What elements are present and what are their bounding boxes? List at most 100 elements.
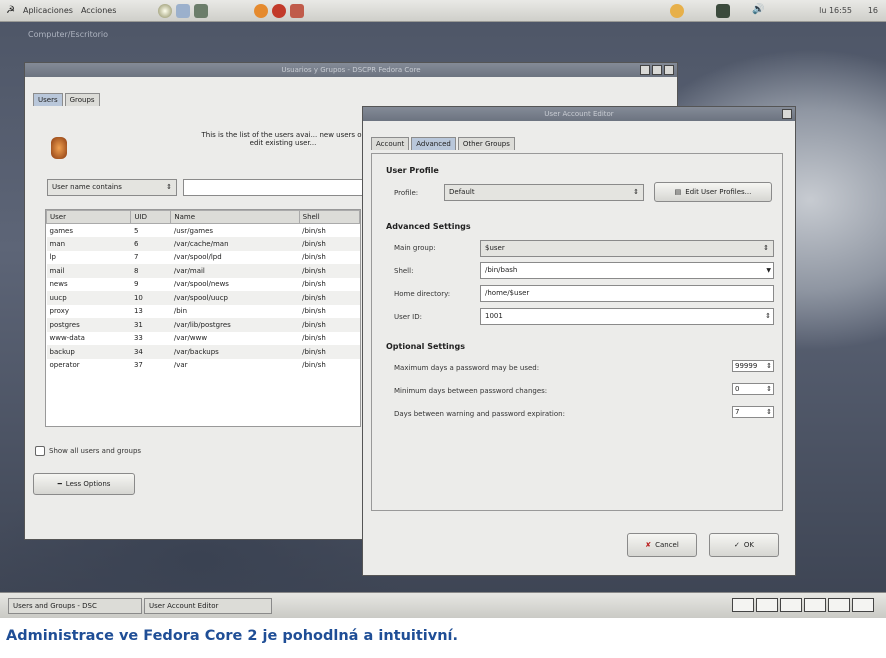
workspace-2[interactable] <box>756 598 778 612</box>
foot-icon[interactable]: ☭ <box>6 5 15 16</box>
mail-launcher-icon[interactable] <box>176 3 191 18</box>
search-type-value: User name contains <box>52 183 122 191</box>
workspace-1[interactable] <box>732 598 754 612</box>
warn-days-spinner[interactable]: 7 ⇕ <box>732 406 774 418</box>
table-row[interactable]: games 5/usr/games/bin/sh <box>47 224 360 238</box>
table-cell: /usr/games <box>173 226 214 235</box>
tab-other-groups[interactable]: Other Groups <box>457 137 515 150</box>
table-cell: /bin/sh <box>302 334 326 343</box>
taskbar-item-account-editor[interactable]: User Account Editor <box>144 598 272 614</box>
main-group-select[interactable]: $user ⇕ <box>480 240 774 257</box>
table-row[interactable]: backup 34/var/backups/bin/sh <box>46 345 360 359</box>
profile-select[interactable]: Default ⇕ <box>444 184 644 201</box>
tab-account[interactable]: Account <box>371 137 410 150</box>
taskbar-item-users-groups[interactable]: Users and Groups - DSC <box>8 598 142 614</box>
table-row[interactable]: mail 8/var/mail/bin/sh <box>46 264 360 278</box>
clock[interactable]: lu 16:55 <box>819 6 852 15</box>
edit-icon: ▤ <box>674 188 682 196</box>
spin-arrows-icon[interactable]: ⇕ <box>766 408 772 416</box>
less-options-label: Less Options <box>65 480 111 488</box>
search-type-select[interactable]: User name contains ⇕ <box>47 179 177 196</box>
table-row[interactable]: postgres 31/var/lib/postgres/bin/sh <box>46 318 360 332</box>
table-cell: news <box>49 280 68 289</box>
actions-menu[interactable]: Acciones <box>81 6 116 15</box>
workspace-5[interactable] <box>828 598 850 612</box>
volume-tray-icon[interactable]: 🔊 <box>752 4 764 15</box>
spin-arrows-icon[interactable]: ⇕ <box>766 385 772 393</box>
show-all-label[interactable]: Show all users and groups <box>49 447 141 455</box>
terminal-launcher-icon[interactable] <box>194 3 209 18</box>
window-title: Usuarios y Grupos - DSCPR Fedora Core <box>281 66 421 74</box>
tray-number: 16 <box>867 6 878 15</box>
table-cell: 9 <box>133 280 139 289</box>
user-id-value: 1001 <box>485 312 503 320</box>
column-header[interactable]: UID <box>130 210 172 224</box>
column-header[interactable]: Shell <box>298 210 360 224</box>
editor-close-icon[interactable] <box>782 109 792 119</box>
minimize-icon[interactable] <box>640 65 650 75</box>
max-days-value: 99999 <box>735 362 758 370</box>
workspace-4[interactable] <box>804 598 826 612</box>
spin-arrows-icon[interactable]: ⇕ <box>766 362 772 370</box>
table-row[interactable]: operator 37/var/bin/sh <box>47 359 360 373</box>
table-row[interactable]: man 6/var/cache/man/bin/sh <box>46 237 360 251</box>
show-all-checkbox[interactable] <box>35 446 45 456</box>
ok-button[interactable]: ✓ OK <box>709 533 779 557</box>
gaim-launcher-icon[interactable] <box>254 3 269 18</box>
home-directory-input[interactable]: /home/$user <box>480 285 774 302</box>
table-row[interactable]: www-data 33/var/www/bin/sh <box>47 332 360 346</box>
close-icon[interactable] <box>664 65 674 75</box>
redhat-launcher-icon[interactable] <box>272 3 287 18</box>
table-cell: /bin/sh <box>302 226 326 235</box>
optional-settings-header: Optional Settings <box>386 342 465 351</box>
table-row[interactable]: uucp 10/var/spool/uucp/bin/sh <box>46 291 360 305</box>
spin-arrows-icon[interactable]: ⇕ <box>765 311 771 322</box>
desktop-computer-label[interactable]: Computer/Escritorio <box>28 30 108 39</box>
maximize-icon[interactable] <box>652 65 662 75</box>
less-options-button[interactable]: ━ Less Options <box>33 473 135 495</box>
cancel-label: Cancel <box>655 541 679 549</box>
column-header[interactable]: Name <box>170 210 300 224</box>
shell-combo[interactable]: /bin/bash ▼ <box>480 262 774 279</box>
column-header[interactable]: User <box>46 210 132 224</box>
users-groups-titlebar[interactable]: Usuarios y Grupos - DSCPR Fedora Core <box>25 63 677 77</box>
profile-value: Default <box>449 188 475 196</box>
browser-launcher-icon[interactable] <box>158 3 173 18</box>
table-cell: /var/spool/uucp <box>170 291 300 305</box>
table-cell: postgres <box>46 318 131 332</box>
dropdown-arrow-icon[interactable]: ▼ <box>766 265 771 276</box>
ok-label: OK <box>743 541 754 549</box>
monitor-tray-icon[interactable] <box>716 4 730 18</box>
workspace-6[interactable] <box>852 598 874 612</box>
user-id-label: User ID: <box>394 313 422 321</box>
edit-user-profiles-button[interactable]: ▤ Edit User Profiles... <box>654 182 772 202</box>
users-icon <box>51 137 67 159</box>
intro-text: This is the list of the users avai... ne… <box>201 131 365 147</box>
user-account-editor-window: User Account Editor Account Advanced Oth… <box>362 106 796 576</box>
shell-label: Shell: <box>394 267 414 275</box>
network-tray-icon[interactable] <box>670 4 684 18</box>
main-group-label: Main group: <box>394 244 436 252</box>
search-input[interactable] <box>183 179 365 196</box>
users-table: User UID Name Shell games 5/usr/games/bin/sh… <box>45 209 361 427</box>
tab-groups[interactable]: Groups <box>64 93 100 106</box>
tab-advanced[interactable]: Advanced <box>411 137 456 150</box>
table-body: games 5/usr/games/bin/sh man 6/var/cache/ma… <box>46 224 360 373</box>
shield-launcher-icon[interactable] <box>290 3 305 18</box>
minus-icon: ━ <box>57 480 62 488</box>
max-days-spinner[interactable]: 99999 ⇕ <box>732 360 774 372</box>
table-row[interactable]: proxy 13/bin/bin/sh <box>47 305 360 319</box>
applications-menu[interactable]: Aplicaciones <box>23 6 73 15</box>
min-days-spinner[interactable]: 0 ⇕ <box>732 383 774 395</box>
user-id-spinner[interactable]: 1001 ⇕ <box>480 308 774 325</box>
tab-users[interactable]: Users <box>33 93 63 106</box>
editor-titlebar[interactable]: User Account Editor <box>363 107 795 121</box>
workspace-3[interactable] <box>780 598 802 612</box>
user-profile-header: User Profile <box>386 166 439 175</box>
cancel-button[interactable]: ✘ Cancel <box>627 533 697 557</box>
table-cell: /bin/sh <box>299 318 360 332</box>
table-row[interactable]: news 9/var/spool/news/bin/sh <box>47 278 360 292</box>
warn-days-value: 7 <box>735 408 740 416</box>
table-cell: 13 <box>133 307 143 316</box>
table-row[interactable]: lp 7/var/spool/lpd/bin/sh <box>47 251 360 265</box>
